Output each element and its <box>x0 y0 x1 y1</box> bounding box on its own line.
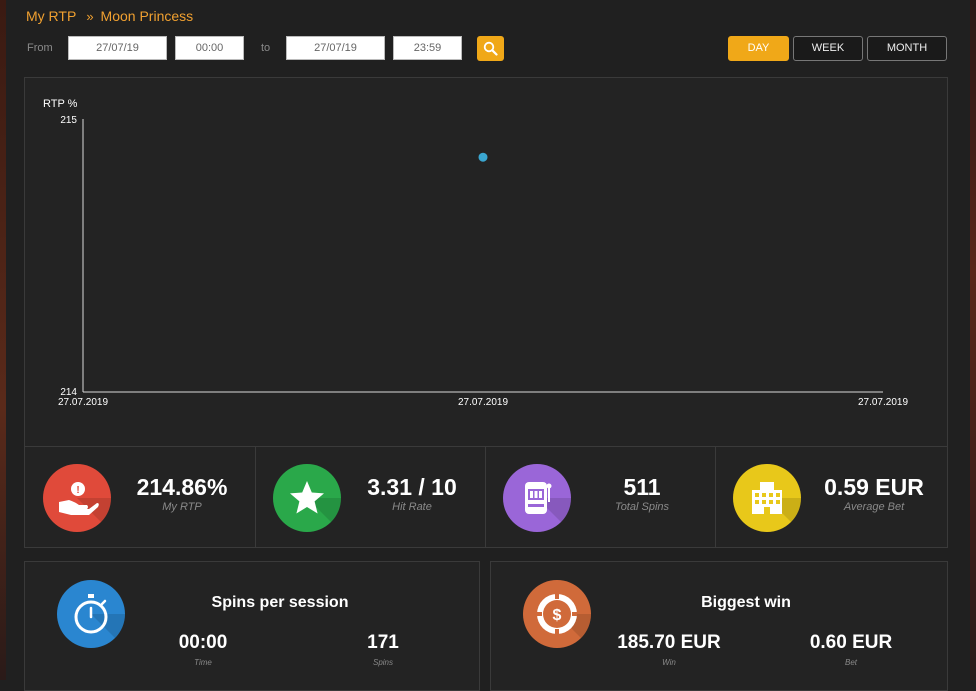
session-spins-value: 171 <box>367 632 399 653</box>
total-spins-label: Total Spins <box>614 501 670 513</box>
rtp-chart-panel: RTP % 215 214 27.07.2019 27.07.2019 27.0… <box>24 77 948 447</box>
chart-x-tick-mid: 27.07.2019 <box>458 397 508 408</box>
casino-chip-icon: $ <box>523 580 591 648</box>
total-spins-value: 511 <box>623 474 661 500</box>
breadcrumb-parent-link[interactable]: My RTP <box>26 8 76 24</box>
day-button[interactable]: DAY <box>728 36 789 61</box>
from-label: From <box>27 42 53 54</box>
background-edge-left <box>0 0 6 680</box>
chart-y-axis-label: RTP % <box>43 98 78 110</box>
session-time-label: Time <box>194 658 212 667</box>
search-icon <box>483 41 498 56</box>
chart-x-tick-end: 27.07.2019 <box>858 397 908 408</box>
average-bet-label: Average Bet <box>843 501 905 513</box>
hit-rate-value: 3.31 / 10 <box>367 474 457 500</box>
biggest-win-bet-value: 0.60 EUR <box>809 632 893 653</box>
my-rtp-value: 214.86% <box>136 474 228 500</box>
biggest-win-card: $ Biggest win 185.70 EUR Win 0.60 EUR Be… <box>490 561 948 691</box>
chart-x-tick-start: 27.07.2019 <box>58 397 108 408</box>
hand-coin-icon: ! <box>43 464 111 532</box>
stats-divider <box>255 447 256 547</box>
search-button[interactable] <box>477 36 504 61</box>
biggest-win-value: 185.70 EUR <box>617 632 721 653</box>
chart-y-tick-max: 215 <box>60 115 77 126</box>
stats-divider <box>715 447 716 547</box>
breadcrumb-current: Moon Princess <box>100 8 194 24</box>
rtp-chart: RTP % 215 214 27.07.2019 27.07.2019 27.0… <box>43 98 908 408</box>
from-time-input[interactable]: 00:00 <box>175 36 244 60</box>
average-bet-value: 0.59 EUR <box>824 474 924 500</box>
chart-point[interactable] <box>478 152 488 162</box>
stats-row: ! 214.86% My RTP 3.31 / 10 Hit Rate 511 … <box>24 446 948 548</box>
svg-text:$: $ <box>553 607 562 624</box>
my-rtp-label: My RTP <box>162 501 202 513</box>
session-spins-label: Spins <box>372 658 393 667</box>
casino-building-icon <box>733 464 801 532</box>
slot-machine-icon <box>503 464 571 532</box>
to-label: to <box>261 42 271 54</box>
background-edge-right <box>970 0 976 680</box>
biggest-win-bet-label: Bet <box>844 658 857 667</box>
session-time-value: 00:00 <box>178 632 228 653</box>
to-date-input[interactable]: 27/07/19 <box>286 36 385 60</box>
to-time-input[interactable]: 23:59 <box>393 36 462 60</box>
from-date-input[interactable]: 27/07/19 <box>68 36 167 60</box>
spins-per-session-card: Spins per session 00:00 Time 171 Spins <box>24 561 480 691</box>
biggest-win-title: Biggest win <box>701 594 791 611</box>
biggest-win-label: Win <box>662 658 676 667</box>
stopwatch-icon <box>57 580 125 648</box>
spins-per-session-title: Spins per session <box>211 594 349 611</box>
svg-text:!: ! <box>76 485 79 496</box>
month-button[interactable]: MONTH <box>867 36 947 61</box>
stats-divider <box>485 447 486 547</box>
breadcrumb-separator: » <box>86 9 94 24</box>
hit-rate-label: Hit Rate <box>392 501 432 513</box>
breadcrumb: My RTP » Moon Princess <box>26 8 193 24</box>
week-button[interactable]: WEEK <box>793 36 863 61</box>
star-icon <box>273 464 341 532</box>
